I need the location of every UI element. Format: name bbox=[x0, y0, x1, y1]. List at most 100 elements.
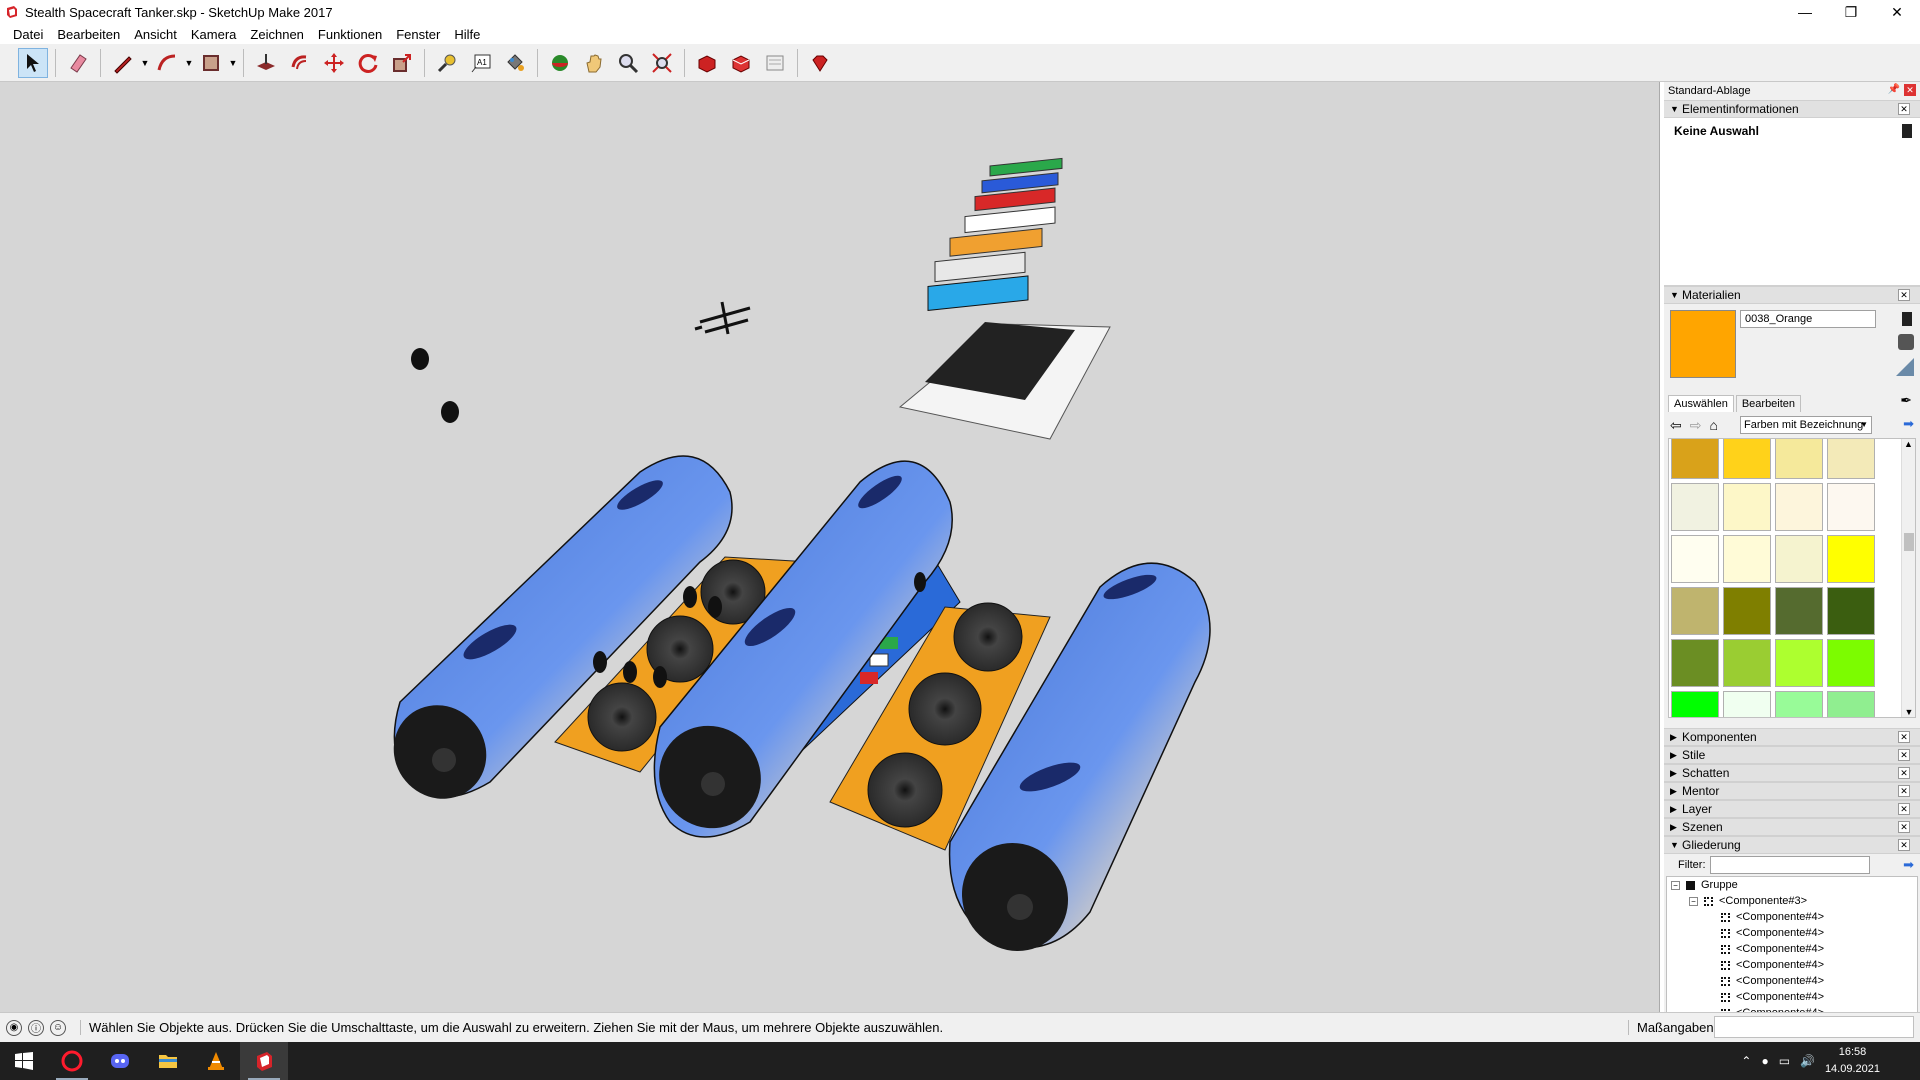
material-swatch[interactable] bbox=[1827, 587, 1875, 635]
collapse-box-icon[interactable]: − bbox=[1671, 880, 1680, 890]
warehouse-button[interactable] bbox=[692, 48, 722, 78]
panel-shadows-header[interactable]: ▶ Schatten ✕ bbox=[1664, 764, 1920, 782]
credits-icon[interactable]: ⓘ bbox=[28, 1019, 44, 1036]
start-button[interactable] bbox=[0, 1042, 48, 1080]
material-swatch[interactable] bbox=[1775, 439, 1823, 479]
tape-measure-button[interactable] bbox=[432, 48, 462, 78]
push-pull-tool-button[interactable] bbox=[251, 48, 281, 78]
filter-input[interactable] bbox=[1709, 856, 1870, 874]
details-arrow-icon[interactable]: ➡ bbox=[1903, 857, 1914, 873]
tree-leaf-row[interactable]: <Componente#4> bbox=[1667, 957, 1917, 973]
arc-tool-dropdown[interactable]: ▼ bbox=[184, 48, 194, 78]
material-swatch[interactable] bbox=[1723, 439, 1771, 479]
menu-datei[interactable]: Datei bbox=[6, 27, 50, 42]
close-panel-icon[interactable]: ✕ bbox=[1898, 103, 1910, 115]
material-swatch[interactable] bbox=[1671, 691, 1719, 717]
scale-tool-button[interactable] bbox=[387, 48, 417, 78]
sketchup-taskbar-button[interactable] bbox=[240, 1042, 288, 1080]
menu-bearbeiten[interactable]: Bearbeiten bbox=[50, 27, 127, 42]
forward-arrow-icon[interactable]: ⇨ bbox=[1690, 417, 1702, 434]
user-icon[interactable]: ☺ bbox=[50, 1019, 66, 1036]
tree-leaf-row[interactable]: <Componente#4> bbox=[1667, 941, 1917, 957]
tree-leaf-row[interactable]: <Componente#4> bbox=[1667, 989, 1917, 1005]
material-swatch[interactable] bbox=[1671, 639, 1719, 687]
ruby-console-button[interactable] bbox=[805, 48, 835, 78]
close-panel-icon[interactable]: ✕ bbox=[1898, 289, 1910, 301]
rectangle-tool-button[interactable] bbox=[196, 48, 226, 78]
material-swatch[interactable] bbox=[1827, 439, 1875, 479]
close-panel-icon[interactable]: ✕ bbox=[1898, 731, 1910, 743]
sample-paint-icon[interactable] bbox=[1896, 358, 1914, 376]
tab-edit[interactable]: Bearbeiten bbox=[1735, 395, 1802, 412]
panel-layers-header[interactable]: ▶ Layer ✕ bbox=[1664, 800, 1920, 818]
palette-scrollbar[interactable]: ▲ ▼ bbox=[1901, 439, 1915, 717]
zoom-extents-button[interactable] bbox=[647, 48, 677, 78]
material-name-field[interactable]: 0038_Orange bbox=[1740, 310, 1876, 328]
panel-scenes-header[interactable]: ▶ Szenen ✕ bbox=[1664, 818, 1920, 836]
material-swatch[interactable] bbox=[1775, 483, 1823, 531]
material-swatch[interactable] bbox=[1827, 483, 1875, 531]
menu-hilfe[interactable]: Hilfe bbox=[447, 27, 487, 42]
back-arrow-icon[interactable]: ⇦ bbox=[1670, 417, 1682, 434]
eraser-tool-button[interactable] bbox=[63, 48, 93, 78]
home-icon[interactable]: ⌂ bbox=[1709, 417, 1717, 433]
scroll-up-icon[interactable]: ▲ bbox=[1902, 439, 1915, 449]
material-swatch[interactable] bbox=[1827, 639, 1875, 687]
close-panel-icon[interactable]: ✕ bbox=[1898, 821, 1910, 833]
panel-mentor-header[interactable]: ▶ Mentor ✕ bbox=[1664, 782, 1920, 800]
extension-warehouse-button[interactable] bbox=[726, 48, 756, 78]
close-panel-icon[interactable]: ✕ bbox=[1898, 803, 1910, 815]
panel-components-header[interactable]: ▶ Komponenten ✕ bbox=[1664, 728, 1920, 746]
close-panel-icon[interactable]: ✕ bbox=[1898, 749, 1910, 761]
panel-entity-info-header[interactable]: ▼ Elementinformationen ✕ bbox=[1664, 100, 1920, 118]
scroll-thumb[interactable] bbox=[1904, 533, 1914, 551]
details-toggle-icon[interactable] bbox=[1902, 124, 1912, 138]
menu-kamera[interactable]: Kamera bbox=[184, 27, 244, 42]
material-swatch[interactable] bbox=[1671, 535, 1719, 583]
close-panel-icon[interactable]: ✕ bbox=[1898, 785, 1910, 797]
pan-tool-button[interactable] bbox=[579, 48, 609, 78]
minimize-button[interactable]: — bbox=[1782, 0, 1828, 24]
line-tool-dropdown[interactable]: ▼ bbox=[140, 48, 150, 78]
tree-leaf-row[interactable]: <Componente#4> bbox=[1667, 925, 1917, 941]
model-viewport[interactable] bbox=[0, 82, 1660, 1012]
volume-icon[interactable]: 🔊 bbox=[1800, 1054, 1815, 1068]
rotate-tool-button[interactable] bbox=[353, 48, 383, 78]
eyedropper-icon[interactable]: ✒ bbox=[1900, 392, 1912, 409]
material-swatch[interactable] bbox=[1671, 483, 1719, 531]
offset-tool-button[interactable] bbox=[285, 48, 315, 78]
scroll-down-icon[interactable]: ▼ bbox=[1902, 707, 1915, 717]
material-swatch[interactable] bbox=[1775, 587, 1823, 635]
material-swatch[interactable] bbox=[1827, 535, 1875, 583]
create-material-icon[interactable] bbox=[1898, 334, 1914, 350]
material-swatch[interactable] bbox=[1671, 587, 1719, 635]
material-swatch[interactable] bbox=[1827, 691, 1875, 717]
menu-ansicht[interactable]: Ansicht bbox=[127, 27, 184, 42]
tab-select[interactable]: Auswählen bbox=[1668, 395, 1734, 412]
paint-bucket-button[interactable] bbox=[500, 48, 530, 78]
file-explorer-taskbar-button[interactable] bbox=[144, 1042, 192, 1080]
system-clock[interactable]: 16:58 14.09.2021 bbox=[1825, 1044, 1880, 1078]
move-tool-button[interactable] bbox=[319, 48, 349, 78]
tree-child-row[interactable]: − <Componente#3> bbox=[1667, 893, 1917, 909]
arc-tool-button[interactable] bbox=[152, 48, 182, 78]
layout-button[interactable] bbox=[760, 48, 790, 78]
close-button[interactable]: ✕ bbox=[1874, 0, 1920, 24]
tray-close-icon[interactable]: ✕ bbox=[1904, 84, 1916, 96]
discord-taskbar-button[interactable] bbox=[96, 1042, 144, 1080]
material-swatch[interactable] bbox=[1775, 639, 1823, 687]
rectangle-tool-dropdown[interactable]: ▼ bbox=[228, 48, 238, 78]
tree-root-row[interactable]: − Gruppe bbox=[1667, 877, 1917, 893]
menu-zeichnen[interactable]: Zeichnen bbox=[243, 27, 310, 42]
material-swatch[interactable] bbox=[1723, 535, 1771, 583]
text-tool-button[interactable]: A1 bbox=[466, 48, 496, 78]
material-swatch[interactable] bbox=[1671, 439, 1719, 479]
material-swatch[interactable] bbox=[1775, 691, 1823, 717]
collapse-box-icon[interactable]: − bbox=[1689, 896, 1698, 906]
menu-fenster[interactable]: Fenster bbox=[389, 27, 447, 42]
material-swatch[interactable] bbox=[1723, 587, 1771, 635]
tree-leaf-row[interactable]: <Componente#4> bbox=[1667, 973, 1917, 989]
geo-location-icon[interactable]: ◉ bbox=[6, 1019, 22, 1036]
opera-taskbar-button[interactable] bbox=[48, 1042, 96, 1080]
material-swatch[interactable] bbox=[1723, 483, 1771, 531]
